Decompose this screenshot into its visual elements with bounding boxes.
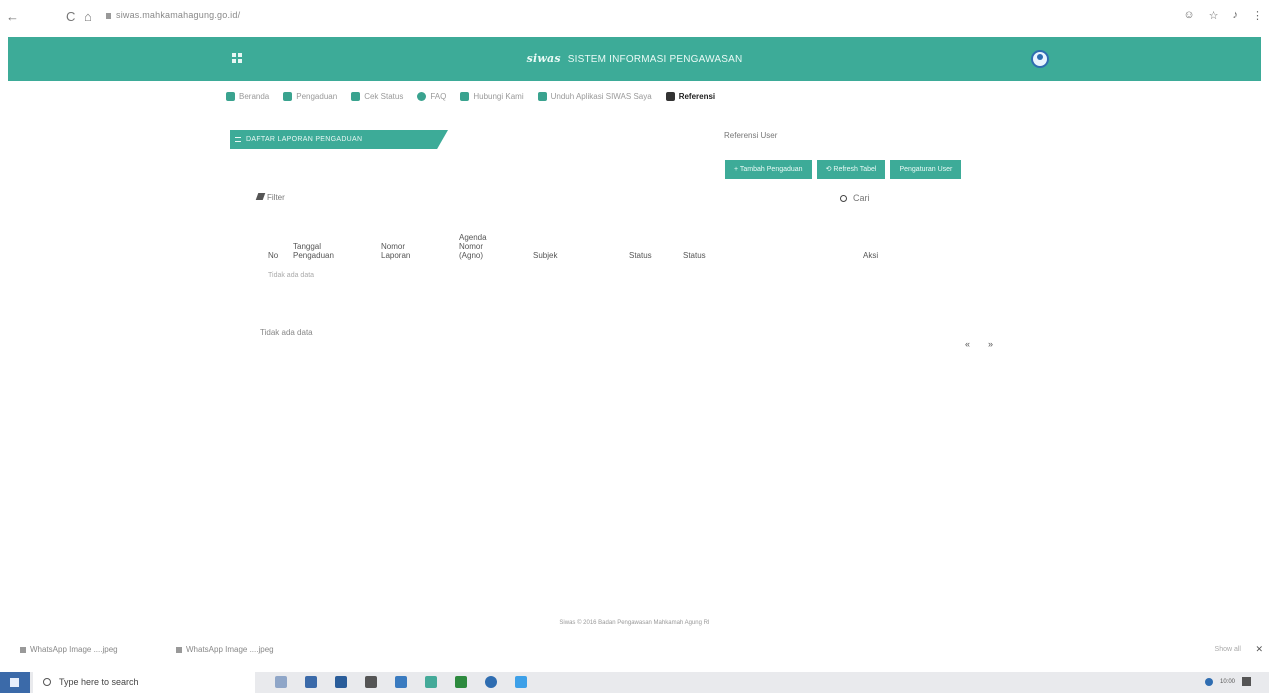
nav-label: Hubungi Kami [473,92,524,101]
taskbar-apps [275,676,527,688]
nav-item-cek-status[interactable]: Cek Status [351,92,403,101]
action-buttons: + Tambah Pengaduan ⟲ Refresh Tabel Penga… [725,160,962,179]
showing-text: Tidak ada data [260,328,313,337]
app-header: siwas SISTEM INFORMASI PENGAWASAN [8,37,1261,81]
search-toggle[interactable]: Cari [840,193,870,203]
app-logo: siwas [526,52,561,65]
mail-icon[interactable] [335,676,347,688]
user-settings-button[interactable]: Pengaturan User [890,160,962,179]
col-tanggal: Tanggal Pengaduan [293,242,334,260]
app-title-text: SISTEM INFORMASI PENGAWASAN [567,54,743,65]
nav-item-beranda[interactable]: Beranda [226,92,269,101]
clock[interactable]: 10:00 [1220,679,1235,685]
app-icon[interactable] [515,676,527,688]
col-aksi: Aksi [863,251,879,260]
system-tray: 10:00 [1204,677,1251,686]
page-footer: Siwas © 2016 Badan Pengawasan Mahkamah A… [559,620,710,626]
nav-item-unduh-aplikasi[interactable]: Unduh Aplikasi SIWAS Saya [537,92,652,101]
taskbar: Type here to search 10:00 [0,672,1269,693]
menu-icon[interactable]: ⋮ [1252,9,1263,22]
section-tab: DAFTAR LAPORAN PENGADUAN [230,130,448,149]
file-icon [176,646,182,653]
edge-icon[interactable] [305,676,317,688]
nav-label: Unduh Aplikasi SIWAS Saya [550,92,652,101]
next-page-button[interactable]: » [988,339,993,349]
prev-page-button[interactable]: « [965,339,970,349]
download-label: WhatsApp Image ....jpeg [30,645,118,654]
section-tab-label: DAFTAR LAPORAN PENGADUAN [246,136,363,143]
close-icon[interactable]: ✕ [1255,644,1263,655]
excel-icon[interactable] [455,676,467,688]
refresh-table-button[interactable]: ⟲ Refresh Tabel [816,160,886,179]
group-icon [460,92,470,101]
user-avatar-icon[interactable] [1031,50,1049,68]
search-label: Cari [853,193,870,203]
notification-icon[interactable] [1242,677,1251,686]
content-card: DAFTAR LAPORAN PENGADUAN Referensi User … [230,115,1038,375]
col-agenda: Agenda Nomor (Agno) [459,233,487,260]
col-no: No [268,251,279,260]
star-icon[interactable]: ☆ [1209,9,1219,22]
pencil-icon [255,193,266,200]
empty-row-text: Tidak ada data [268,272,315,279]
nav-item-faq[interactable]: FAQ [417,92,446,101]
browser-toolbar: ← C ⌂ siwas.mahkamahagung.go.id/ ☺ ☆ ♪ ⋮ [0,0,1269,34]
main-nav: Beranda Pengaduan Cek Status FAQ Hubungi… [226,92,715,101]
referensi-user-link[interactable]: Referensi User [724,131,777,140]
question-icon [417,92,427,101]
user-check-icon [351,92,361,101]
network-icon[interactable] [1204,677,1213,686]
list-icon [235,137,241,142]
table-header-row: No Tanggal Pengaduan Nomor Laporan Agend… [268,233,903,264]
add-pengaduan-button[interactable]: + Tambah Pengaduan [725,160,812,179]
nav-label: Cek Status [364,92,404,101]
nav-label: Referensi [678,92,716,101]
home-icon[interactable]: ⌂ [84,9,92,24]
nav-item-referensi[interactable]: Referensi [665,92,716,101]
lock-icon [106,12,111,19]
reload-icon[interactable]: C [66,9,75,24]
profile-icon[interactable]: ☺ [1183,9,1194,22]
photos-icon[interactable] [425,676,437,688]
search-icon [840,195,847,203]
explorer-icon[interactable] [395,676,407,688]
nav-label: Beranda [239,92,270,101]
nav-label: FAQ [430,92,447,101]
download-label: WhatsApp Image ....jpeg [186,645,274,654]
nav-label: Pengaduan [296,92,338,101]
android-icon [537,92,547,101]
users-icon [665,92,675,101]
pengaduan-table: No Tanggal Pengaduan Nomor Laporan Agend… [268,233,903,279]
task-view-icon[interactable] [275,676,287,688]
nav-item-pengaduan[interactable]: Pengaduan [283,92,337,101]
chrome-icon[interactable] [485,676,497,688]
file-icon [20,646,26,653]
address-bar[interactable]: siwas.mahkamahagung.go.id/ [106,10,240,20]
pagination: « » [965,339,993,349]
app-title: siwas SISTEM INFORMASI PENGAWASAN [8,52,1261,65]
filter-label: Filter [267,193,285,202]
col-sumber: Status [629,251,652,260]
filter-toggle[interactable]: Filter [255,193,285,202]
table-row: Tidak ada data [268,264,903,279]
extension-icon[interactable]: ♪ [1233,9,1239,22]
download-item[interactable]: WhatsApp Image ....jpeg [176,645,274,654]
back-icon[interactable]: ← [6,9,19,24]
windows-start-icon[interactable] [0,672,30,693]
show-all-button[interactable]: Show all [1215,646,1241,653]
col-status: Status [683,251,706,260]
download-item[interactable]: WhatsApp Image ....jpeg [20,645,118,654]
home-icon [226,92,235,101]
col-nomor: Nomor Laporan [381,242,411,260]
users-icon [283,92,293,101]
taskbar-search-input[interactable]: Type here to search [33,672,255,693]
col-subjek: Subjek [533,251,558,260]
nav-item-hubungi-kami[interactable]: Hubungi Kami [460,92,524,101]
download-bar: WhatsApp Image ....jpeg WhatsApp Image .… [0,639,1269,660]
calendar-icon[interactable] [365,676,377,688]
url-text: siwas.mahkamahagung.go.id/ [116,10,241,20]
